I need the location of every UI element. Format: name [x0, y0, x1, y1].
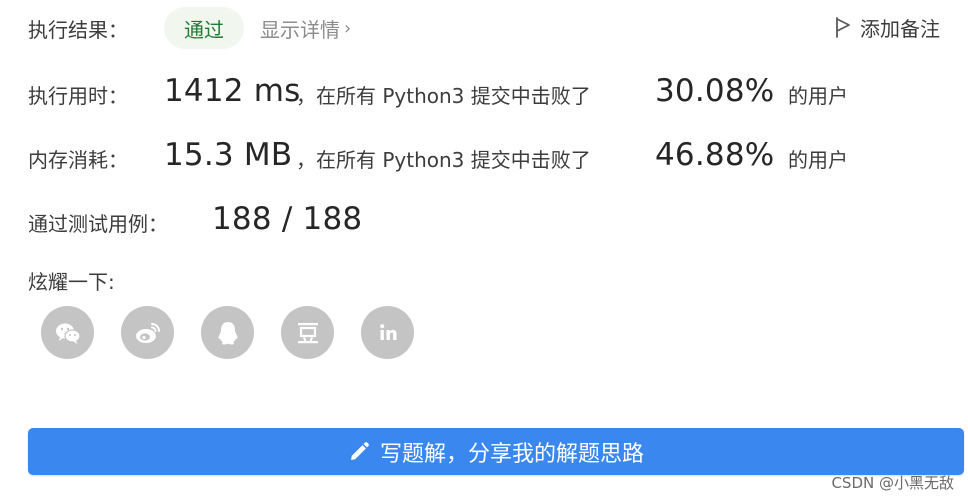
submission-result-panel: 执行结果： 通过 显示详情 › 添加备注 执行用时： 1412 ms ，在所有 …: [0, 0, 968, 502]
memory-percent: 46.88%: [655, 137, 775, 173]
wechat-icon[interactable]: [41, 306, 94, 359]
pencil-icon: [350, 441, 369, 460]
watermark: CSDN @小黑无敌: [831, 474, 954, 492]
memory-label: 内存消耗：: [28, 148, 128, 172]
testcases-row: 通过测试用例： 188 / 188: [28, 198, 928, 242]
share-icons: [41, 306, 414, 359]
runtime-value: 1412 ms: [164, 73, 301, 109]
qq-icon[interactable]: [201, 306, 254, 359]
testcases-label: 通过测试用例：: [28, 212, 168, 236]
show-details-link[interactable]: 显示详情 ›: [260, 14, 351, 43]
douban-icon[interactable]: [281, 306, 334, 359]
runtime-suffix: 的用户: [788, 84, 848, 108]
add-note-label: 添加备注: [860, 16, 940, 41]
show-details-label: 显示详情: [260, 18, 340, 42]
runtime-percent: 30.08%: [655, 73, 775, 109]
add-note-button[interactable]: 添加备注: [834, 13, 940, 41]
memory-value: 15.3 MB: [164, 137, 293, 173]
testcases-value: 188 / 188: [212, 201, 363, 237]
runtime-label: 执行用时：: [28, 84, 128, 108]
chevron-right-icon: ›: [344, 18, 352, 39]
write-solution-label: 写题解，分享我的解题思路: [379, 441, 644, 467]
runtime-beat-text: ，在所有 Python3 提交中击败了: [296, 84, 591, 108]
memory-suffix: 的用户: [788, 148, 848, 172]
memory-row: 内存消耗： 15.3 MB ，在所有 Python3 提交中击败了 46.88%…: [28, 134, 928, 178]
flag-icon: [836, 17, 850, 38]
share-label: 炫耀一下:: [28, 270, 115, 294]
runtime-row: 执行用时： 1412 ms ，在所有 Python3 提交中击败了 30.08%…: [28, 70, 928, 114]
weibo-icon[interactable]: [121, 306, 174, 359]
write-solution-button[interactable]: 写题解，分享我的解题思路: [28, 428, 964, 475]
result-row: 执行结果： 通过 显示详情 › 添加备注: [28, 6, 940, 49]
status-badge: 通过: [164, 7, 244, 49]
linkedin-icon[interactable]: [361, 306, 414, 359]
memory-beat-text: ，在所有 Python3 提交中击败了: [296, 148, 591, 172]
result-label: 执行结果：: [28, 18, 128, 42]
